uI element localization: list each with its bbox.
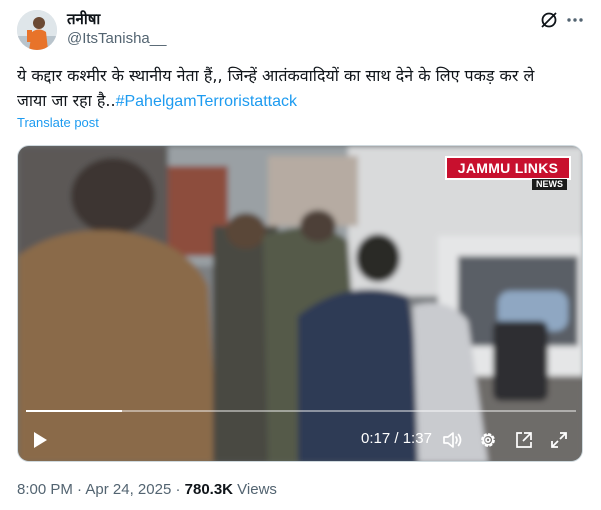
video-progress-bar[interactable] <box>26 410 576 412</box>
volume-icon[interactable] <box>442 428 464 452</box>
avatar[interactable] <box>17 10 57 50</box>
avatar-image <box>17 10 57 50</box>
author-handle[interactable]: @ItsTanisha__ <box>67 30 166 47</box>
video-frame <box>18 146 582 461</box>
video-time-separator: / <box>390 430 403 447</box>
translate-post-link[interactable]: Translate post <box>17 115 99 130</box>
pip-icon[interactable] <box>513 428 535 452</box>
meta-separator: · <box>171 481 185 498</box>
views-label: Views <box>233 481 277 498</box>
video-player[interactable]: JAMMU LINKS NEWS 0:17 / 1:37 <box>17 145 583 462</box>
tweet-post: तनीषा @ItsTanisha__ ये कद्दार कश्मीर के … <box>0 0 601 510</box>
author-display-name[interactable]: तनीषा <box>67 9 100 29</box>
video-time-display: 0:17 / 1:37 <box>361 430 432 447</box>
views-count: 780.3K <box>184 481 234 498</box>
play-icon[interactable] <box>30 428 50 452</box>
meta-separator: · <box>72 481 86 498</box>
video-progress-fill <box>26 410 123 412</box>
more-icon[interactable] <box>563 8 587 32</box>
tweet-text-line1: ये कद्दार कश्मीर के स्थानीय नेता हैं,, ज… <box>17 66 535 85</box>
settings-icon[interactable] <box>477 428 499 452</box>
hashtag-link[interactable]: #PahelgamTerroristattack <box>116 93 297 110</box>
video-duration: 1:37 <box>402 430 432 447</box>
fullscreen-icon[interactable] <box>548 428 570 452</box>
post-date[interactable]: Apr 24, 2025 <box>85 481 171 498</box>
video-current-time: 0:17 <box>361 430 391 447</box>
post-meta: 8:00 PM · Apr 24, 2025 · 780.3K Views <box>17 481 277 498</box>
channel-watermark: JAMMU LINKS NEWS <box>445 156 571 190</box>
watermark-title: JAMMU LINKS <box>445 156 571 180</box>
watermark-subtitle: NEWS <box>532 179 567 190</box>
grok-icon[interactable] <box>537 8 561 32</box>
tweet-text: ये कद्दार कश्मीर के स्थानीय नेता हैं,, ज… <box>17 63 587 114</box>
post-time[interactable]: 8:00 PM <box>17 481 73 498</box>
tweet-text-line2: जाया जा रहा है.. <box>17 91 116 110</box>
